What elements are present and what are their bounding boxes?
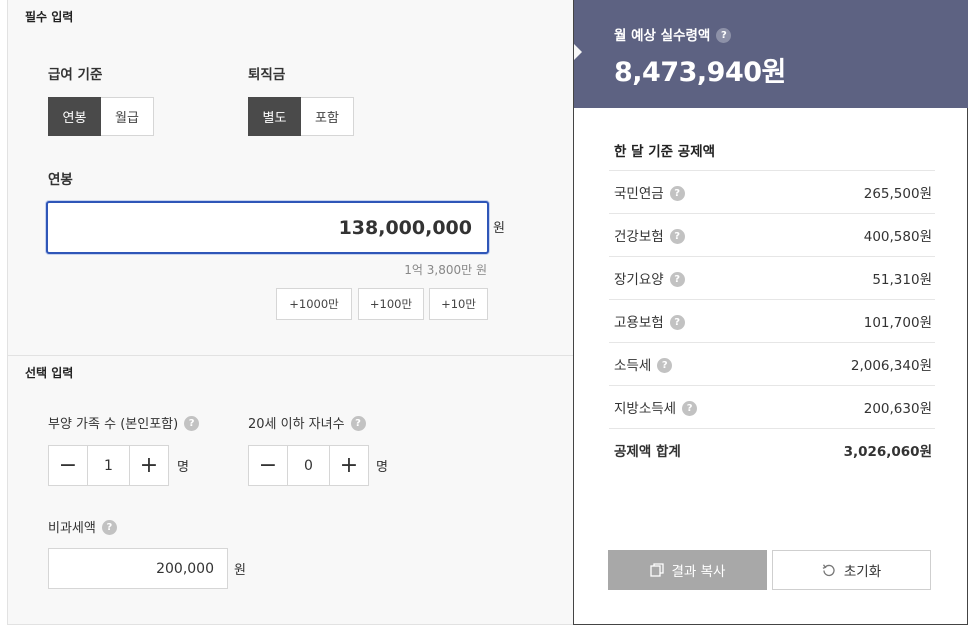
pay-basis-toggle: 연봉 월급 [48,97,154,136]
dependents-label: 부양 가족 수 (본인포함)? [48,413,200,432]
optional-section-title: 선택 입력 [25,366,74,380]
deduction-title: 한 달 기준 공제액 [614,144,716,160]
result-header: 월 예상 실수령액? 8,473,940원 [574,0,968,108]
help-icon[interactable]: ? [682,400,698,416]
children-minus-button[interactable]: − [248,445,288,486]
add-10m-button[interactable]: +1000만 [276,288,352,320]
deduction-list: 국민연금? 265,500원 건강보험? 400,580원 장기요양? 51,3… [609,170,935,471]
nontaxable-label: 비과세액? [48,517,117,536]
pay-basis-annual-option[interactable]: 연봉 [48,97,101,136]
help-icon[interactable]: ? [669,185,685,201]
deduction-value: 2,006,340원 [850,358,932,374]
salary-unit: 원 [493,221,505,236]
add-100k-button[interactable]: +10만 [429,288,488,320]
children-plus-button[interactable]: + [329,445,369,486]
deduction-value: 200,630원 [863,401,932,417]
deduction-value: 400,580원 [863,229,932,245]
help-icon[interactable]: ? [350,416,366,431]
reset-button[interactable]: 초기화 [772,550,931,590]
pay-basis-label: 급여 기준 [48,67,103,83]
net-pay-amount: 8,473,940원 [614,57,786,88]
result-panel: 월 예상 실수령액? 8,473,940원 한 달 기준 공제액 국민연금? 2… [573,0,968,625]
children-value[interactable]: 0 [288,445,329,486]
severance-label: 퇴직금 [248,67,286,83]
help-icon[interactable]: ? [101,520,117,535]
nontaxable-unit: 원 [234,563,246,578]
deduction-value: 101,700원 [863,315,932,331]
severance-toggle: 별도 포함 [248,97,354,136]
dependents-minus-button[interactable]: − [48,445,88,486]
help-icon[interactable]: ? [669,314,685,330]
children-unit: 명 [376,460,388,475]
section-divider [8,355,574,356]
required-section-title: 필수 입력 [25,10,74,24]
deduction-row: 국민연금? 265,500원 [609,170,935,213]
severance-separate-option[interactable]: 별도 [248,97,301,136]
dependents-stepper: − 1 + [48,445,169,486]
help-icon[interactable]: ? [184,416,200,431]
deduction-row: 소득세? 2,006,340원 [609,342,935,385]
nontaxable-input[interactable]: 200,000 [48,548,228,589]
help-icon[interactable]: ? [716,27,732,43]
deduction-total-value: 3,026,060원 [843,444,932,460]
copy-result-button[interactable]: 결과 복사 [608,550,767,590]
header-notch [574,44,582,60]
pay-basis-monthly-option[interactable]: 월급 [101,97,154,136]
deduction-total-label: 공제액 합계 [614,444,681,460]
dependents-plus-button[interactable]: + [129,445,169,486]
deduction-row: 고용보험? 101,700원 [609,299,935,342]
deduction-value: 51,310원 [872,272,932,288]
reset-icon [822,564,835,577]
copy-icon [649,563,664,577]
children-stepper: − 0 + [248,445,369,486]
help-icon[interactable]: ? [669,271,685,287]
children-label: 20세 이하 자녀수? [248,413,366,432]
help-icon[interactable]: ? [669,228,685,244]
deduction-total-row: 공제액 합계 3,026,060원 [609,428,935,471]
input-panel: 필수 입력 급여 기준 연봉 월급 퇴직금 별도 포함 연봉 138,000,0… [7,0,574,625]
add-1m-button[interactable]: +100만 [358,288,424,320]
salary-input[interactable]: 138,000,000 [46,201,489,254]
deduction-row: 장기요양? 51,310원 [609,256,935,299]
deduction-value: 265,500원 [863,186,932,202]
deduction-row: 건강보험? 400,580원 [609,213,935,256]
salary-label: 연봉 [48,172,73,188]
salary-hint: 1억 3,800만 원 [404,263,487,277]
deduction-row: 지방소득세? 200,630원 [609,385,935,428]
severance-included-option[interactable]: 포함 [301,97,354,136]
dependents-value[interactable]: 1 [88,445,129,486]
dependents-unit: 명 [177,460,189,475]
help-icon[interactable]: ? [657,357,673,373]
result-title: 월 예상 실수령액? [614,24,732,44]
